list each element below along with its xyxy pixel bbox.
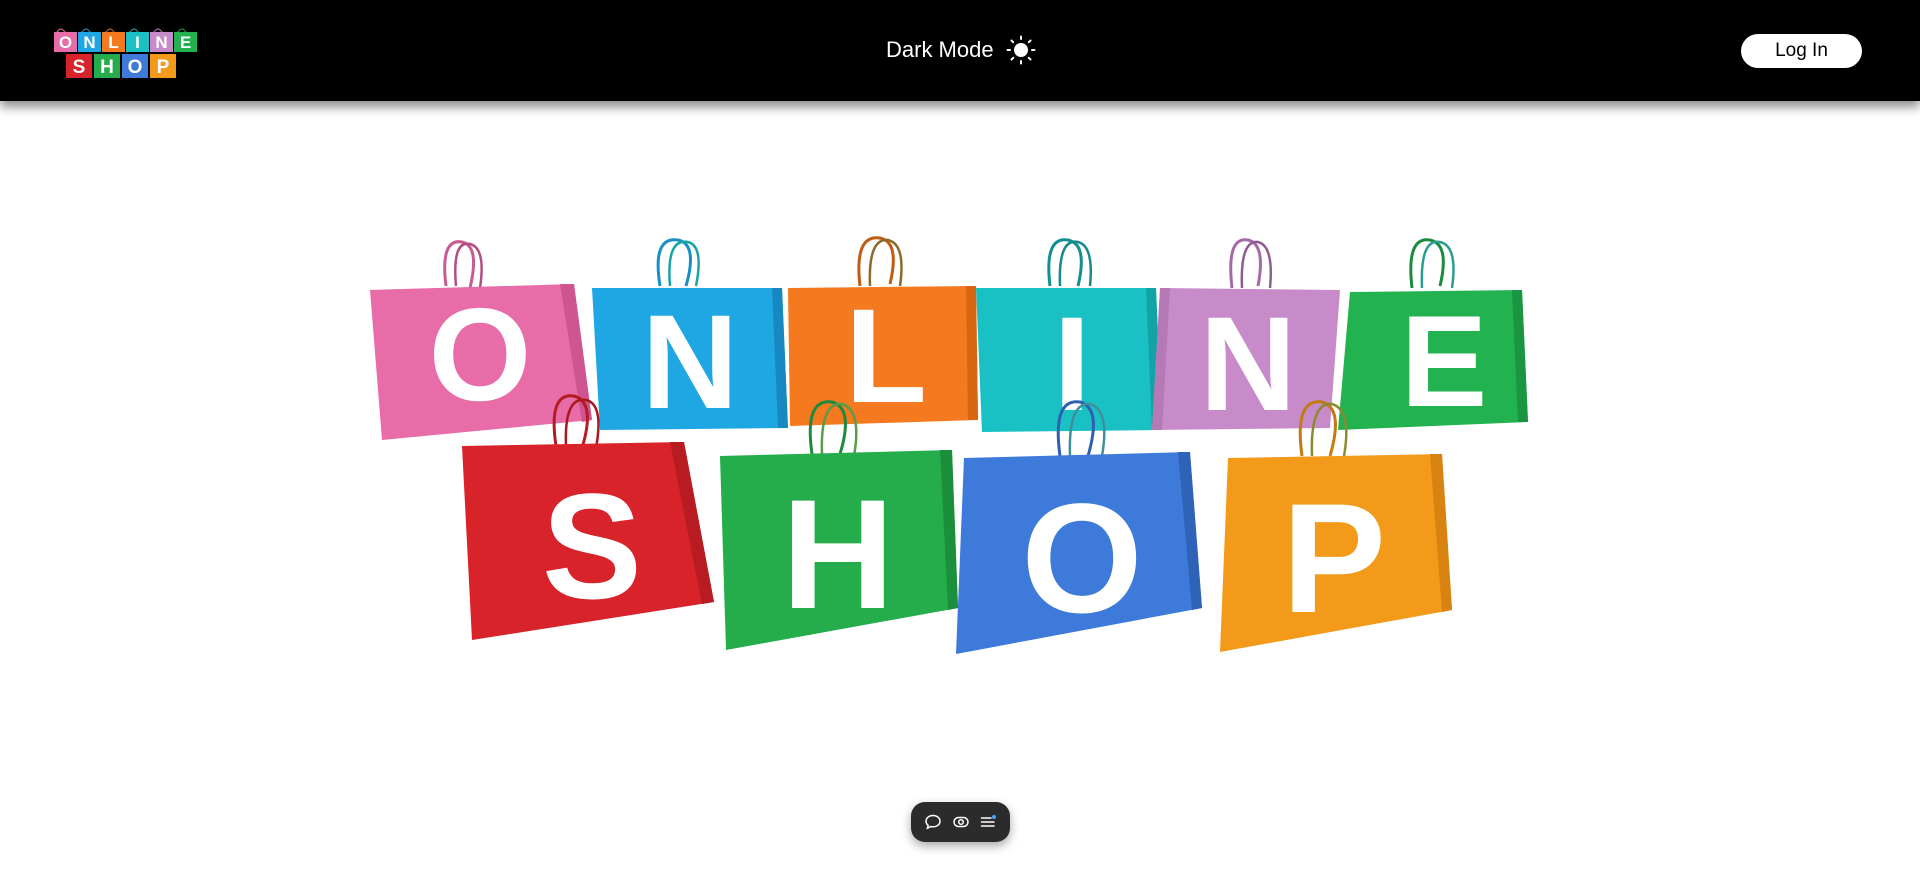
logo-letter: E xyxy=(180,33,191,52)
logo-letter: I xyxy=(135,33,140,52)
logo-letter: L xyxy=(108,33,118,52)
bag-n2: N xyxy=(1152,238,1340,439)
menu-list-icon[interactable] xyxy=(977,811,999,833)
bag-e: E xyxy=(1338,238,1528,434)
logo-letter: H xyxy=(100,57,114,78)
logo-letter: N xyxy=(83,33,95,52)
online-shop-logo[interactable]: O N L I N E S H O P xyxy=(52,18,202,82)
bag-letter: O xyxy=(1021,472,1142,646)
shopping-bags-banner: O N L I N E S H O P xyxy=(360,232,1540,672)
comment-icon[interactable] xyxy=(922,811,944,833)
bag-letter: S xyxy=(542,462,642,630)
logo-letter: N xyxy=(155,33,167,52)
bag-p: P xyxy=(1220,400,1452,652)
login-button[interactable]: Log In xyxy=(1741,34,1862,68)
logo-letter: S xyxy=(73,57,86,78)
logo-letter: P xyxy=(157,57,170,78)
bag-letter: O xyxy=(429,281,532,428)
bag-o: O xyxy=(370,240,592,440)
dark-mode-label: Dark Mode xyxy=(886,37,994,62)
bag-letter: L xyxy=(845,282,927,431)
dark-mode-toggle[interactable]: Dark Mode xyxy=(886,33,1036,67)
bag-n: N xyxy=(592,238,788,437)
eye-icon[interactable] xyxy=(950,811,972,833)
bag-letter: N xyxy=(642,288,739,437)
bag-i: I xyxy=(976,238,1162,439)
sun-icon[interactable] xyxy=(1006,35,1036,65)
bag-l: L xyxy=(788,236,978,431)
bag-letter: E xyxy=(1401,288,1488,434)
top-navigation-bar: O N L I N E S H O P Dark Mode Log In xyxy=(0,0,1920,101)
bag-letter: N xyxy=(1200,290,1297,439)
logo-letter: O xyxy=(59,33,72,52)
bag-o2: O xyxy=(956,400,1202,654)
bag-letter: H xyxy=(782,468,895,642)
bag-h: H xyxy=(720,400,958,650)
logo-letter: O xyxy=(128,57,143,78)
floating-toolbar xyxy=(911,802,1010,842)
bag-letter: P xyxy=(1282,472,1386,646)
